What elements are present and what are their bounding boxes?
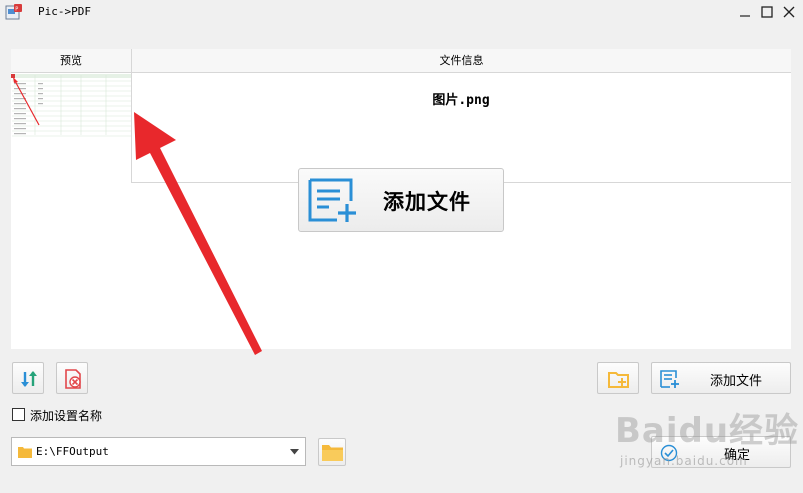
sort-button[interactable]	[12, 362, 44, 394]
add-file-small-icon	[660, 370, 679, 388]
add-setting-name-label: 添加设置名称	[30, 409, 103, 423]
baidu-watermark-url: jingyan.baidu.com	[620, 454, 748, 468]
add-setting-name-checkbox[interactable]	[12, 408, 25, 421]
browse-folder-button[interactable]	[318, 438, 346, 466]
add-folder-button[interactable]	[597, 362, 639, 394]
output-path-value: E:\FFOutput	[36, 445, 109, 458]
add-file-button-label: 添加文件	[710, 374, 763, 389]
open-folder-icon	[322, 445, 343, 461]
baidu-watermark: Baidu经验	[615, 411, 800, 451]
clear-files-button[interactable]	[56, 362, 88, 394]
chevron-down-icon	[290, 449, 299, 455]
folder-icon	[18, 447, 32, 458]
output-path-select[interactable]: E:\FFOutput	[11, 437, 306, 466]
add-file-button[interactable]: 添加文件	[651, 362, 791, 394]
sort-arrows-icon	[21, 371, 37, 387]
add-folder-icon	[608, 372, 629, 388]
delete-file-icon	[65, 369, 81, 389]
